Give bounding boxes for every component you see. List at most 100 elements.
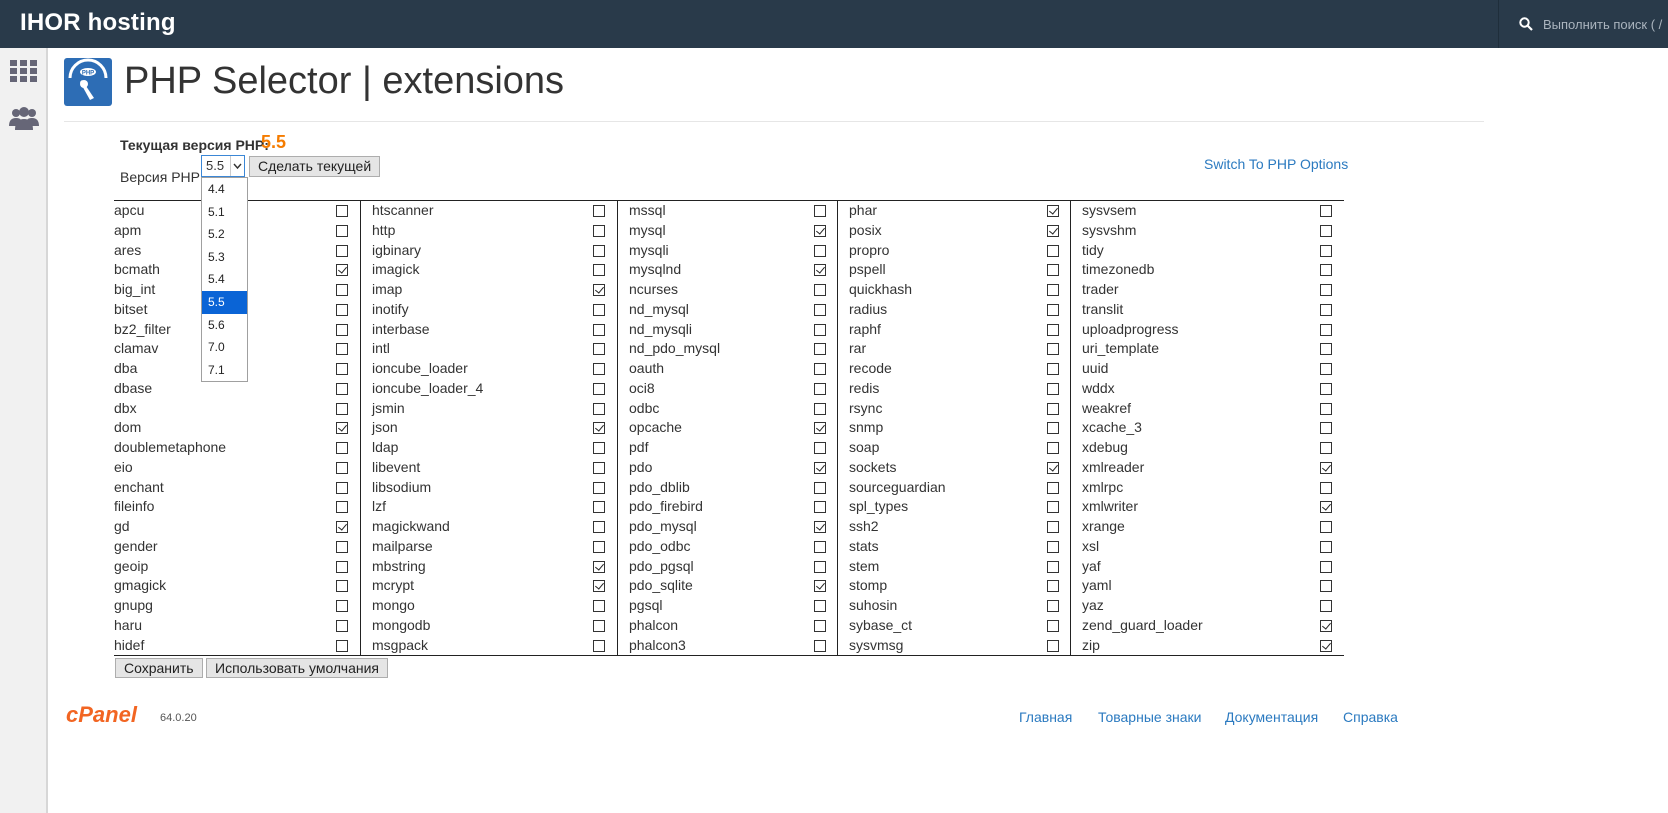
apps-grid-icon[interactable] <box>10 60 37 82</box>
users-icon[interactable] <box>9 106 39 130</box>
extension-checkbox[interactable] <box>593 402 605 415</box>
extension-checkbox[interactable] <box>1320 501 1332 514</box>
extension-checkbox[interactable] <box>593 264 605 277</box>
extension-checkbox[interactable] <box>1320 600 1332 612</box>
extension-checkbox[interactable] <box>1047 264 1059 277</box>
extension-checkbox[interactable] <box>814 560 826 573</box>
php-version-select[interactable]: 5.5 <box>201 155 245 177</box>
search-input[interactable] <box>1543 12 1667 36</box>
extension-checkbox[interactable] <box>814 224 826 237</box>
extension-checkbox[interactable] <box>814 264 826 277</box>
extension-checkbox[interactable] <box>593 521 605 533</box>
extension-checkbox[interactable] <box>1320 639 1332 652</box>
extension-checkbox[interactable] <box>814 461 826 474</box>
footer-link-trademarks[interactable]: Товарные знаки <box>1098 709 1201 725</box>
extension-checkbox[interactable] <box>593 363 605 375</box>
version-option[interactable]: 4.4 <box>202 178 247 201</box>
extension-checkbox[interactable] <box>1047 224 1059 237</box>
extension-checkbox[interactable] <box>1047 382 1059 395</box>
extension-checkbox[interactable] <box>593 619 605 632</box>
extension-checkbox[interactable] <box>336 619 348 632</box>
extension-checkbox[interactable] <box>593 205 605 217</box>
extension-checkbox[interactable] <box>336 521 348 533</box>
extension-checkbox[interactable] <box>1047 442 1059 454</box>
chevron-down-icon[interactable] <box>230 156 244 176</box>
extension-checkbox[interactable] <box>336 363 348 375</box>
extension-checkbox[interactable] <box>1320 264 1332 277</box>
extension-checkbox[interactable] <box>1047 540 1059 553</box>
extension-checkbox[interactable] <box>593 501 605 514</box>
extension-checkbox[interactable] <box>1047 560 1059 573</box>
extension-checkbox[interactable] <box>814 442 826 454</box>
extension-checkbox[interactable] <box>1320 382 1332 395</box>
extension-checkbox[interactable] <box>336 501 348 514</box>
extension-checkbox[interactable] <box>1047 521 1059 533</box>
extension-checkbox[interactable] <box>593 639 605 652</box>
extension-checkbox[interactable] <box>1320 560 1332 573</box>
extension-checkbox[interactable] <box>1320 580 1332 593</box>
extension-checkbox[interactable] <box>593 303 605 316</box>
save-button[interactable]: Сохранить <box>115 658 203 678</box>
extension-checkbox[interactable] <box>1320 323 1332 336</box>
extension-checkbox[interactable] <box>1047 639 1059 652</box>
extension-checkbox[interactable] <box>336 442 348 454</box>
extension-checkbox[interactable] <box>1320 224 1332 237</box>
extension-checkbox[interactable] <box>1047 461 1059 474</box>
extension-checkbox[interactable] <box>814 619 826 632</box>
extension-checkbox[interactable] <box>336 264 348 277</box>
extension-checkbox[interactable] <box>593 580 605 593</box>
extension-checkbox[interactable] <box>814 363 826 375</box>
switch-to-php-options-link[interactable]: Switch To PHP Options <box>1204 156 1348 172</box>
extension-checkbox[interactable] <box>1047 402 1059 415</box>
extension-checkbox[interactable] <box>1320 521 1332 533</box>
extension-checkbox[interactable] <box>593 461 605 474</box>
make-current-button[interactable]: Сделать текущей <box>249 156 381 177</box>
version-option[interactable]: 5.6 <box>202 314 247 337</box>
version-option[interactable]: 7.0 <box>202 336 247 359</box>
extension-checkbox[interactable] <box>593 224 605 237</box>
extension-checkbox[interactable] <box>336 422 348 435</box>
extension-checkbox[interactable] <box>1320 303 1332 316</box>
extension-checkbox[interactable] <box>336 600 348 612</box>
extension-checkbox[interactable] <box>814 343 826 356</box>
extension-checkbox[interactable] <box>336 540 348 553</box>
extension-checkbox[interactable] <box>1047 422 1059 435</box>
extension-checkbox[interactable] <box>814 521 826 533</box>
extension-checkbox[interactable] <box>336 580 348 593</box>
extension-checkbox[interactable] <box>593 442 605 454</box>
extension-checkbox[interactable] <box>1047 501 1059 514</box>
extension-checkbox[interactable] <box>1320 402 1332 415</box>
extension-checkbox[interactable] <box>593 382 605 395</box>
extension-checkbox[interactable] <box>1047 323 1059 336</box>
extension-checkbox[interactable] <box>1320 244 1332 257</box>
version-option[interactable]: 7.1 <box>202 359 247 382</box>
extension-checkbox[interactable] <box>814 600 826 612</box>
extension-checkbox[interactable] <box>336 284 348 296</box>
extension-checkbox[interactable] <box>814 323 826 336</box>
extension-checkbox[interactable] <box>814 205 826 217</box>
extension-checkbox[interactable] <box>336 402 348 415</box>
extension-checkbox[interactable] <box>593 560 605 573</box>
extension-checkbox[interactable] <box>814 284 826 296</box>
extension-checkbox[interactable] <box>336 382 348 395</box>
extension-checkbox[interactable] <box>1047 600 1059 612</box>
extension-checkbox[interactable] <box>336 481 348 494</box>
extension-checkbox[interactable] <box>336 560 348 573</box>
extension-checkbox[interactable] <box>593 244 605 257</box>
extension-checkbox[interactable] <box>593 540 605 553</box>
extension-checkbox[interactable] <box>1320 422 1332 435</box>
search-icon[interactable] <box>1519 17 1533 31</box>
extension-checkbox[interactable] <box>1320 205 1332 217</box>
extension-checkbox[interactable] <box>814 303 826 316</box>
extension-checkbox[interactable] <box>1320 461 1332 474</box>
extension-checkbox[interactable] <box>336 343 348 356</box>
extension-checkbox[interactable] <box>814 639 826 652</box>
extension-checkbox[interactable] <box>336 303 348 316</box>
version-option[interactable]: 5.1 <box>202 201 247 224</box>
extension-checkbox[interactable] <box>336 461 348 474</box>
version-option[interactable]: 5.5 <box>202 290 247 314</box>
extension-checkbox[interactable] <box>1047 244 1059 257</box>
extension-checkbox[interactable] <box>1320 343 1332 356</box>
extension-checkbox[interactable] <box>336 639 348 652</box>
version-option[interactable]: 5.3 <box>202 246 247 269</box>
